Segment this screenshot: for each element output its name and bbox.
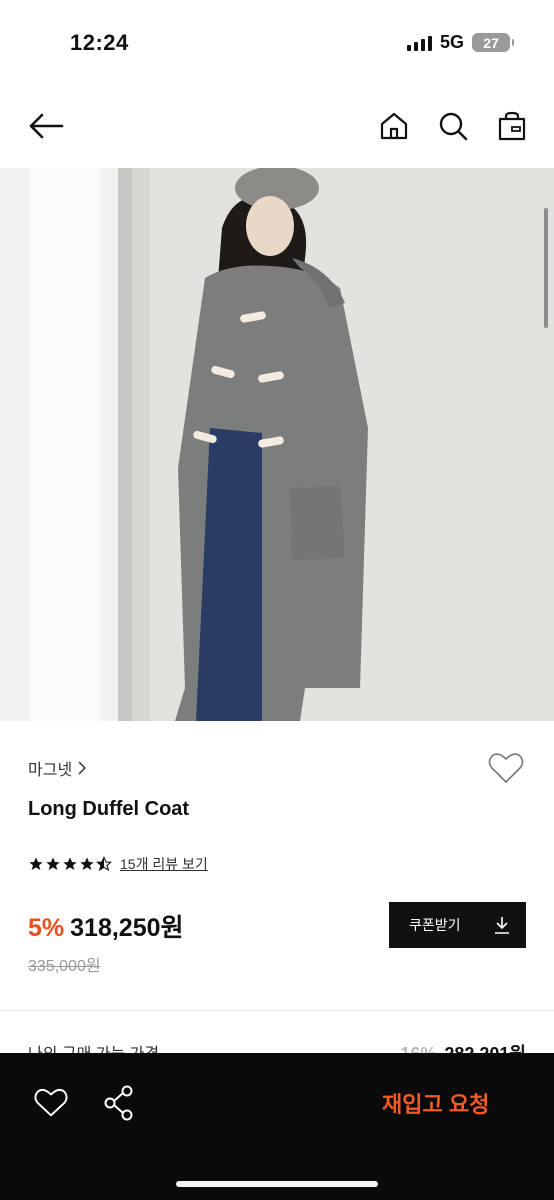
price-row: 5% 318,250원 [28, 908, 184, 944]
star-icon [80, 857, 94, 870]
bottom-action-bar: 재입고 요청 [0, 1053, 554, 1200]
back-button[interactable] [26, 96, 66, 156]
chevron-right-icon [78, 761, 87, 775]
review-link[interactable]: 15개 리뷰 보기 [120, 854, 208, 874]
section-divider [0, 1010, 554, 1011]
rating-row: 15개 리뷰 보기 [28, 854, 208, 874]
bottom-wishlist-button[interactable] [34, 1087, 68, 1121]
download-icon [495, 917, 509, 934]
star-icon [63, 857, 77, 870]
coupon-button-label: 쿠폰받기 [409, 917, 461, 933]
network-type: 5G [439, 32, 464, 52]
product-photo [0, 168, 554, 721]
battery-icon: 27 [472, 33, 514, 52]
signal-icon [406, 35, 432, 51]
discount-rate: 5% [28, 914, 65, 942]
wishlist-button[interactable] [486, 750, 526, 786]
search-icon [439, 112, 468, 141]
coupon-button[interactable]: 쿠폰받기 [389, 902, 526, 948]
sale-price: 318,250원 [70, 914, 184, 942]
home-indicator[interactable] [176, 1181, 378, 1187]
star-rating [28, 856, 112, 872]
search-button[interactable] [433, 96, 473, 156]
heart-outline-icon [488, 753, 524, 783]
star-icon [29, 857, 43, 870]
restock-request-button[interactable]: 재입고 요청 [382, 1087, 489, 1119]
my-price-label: 나의 구매 가능 가격 [28, 1040, 159, 1054]
bag-button[interactable] [492, 96, 532, 156]
status-time: 12:24 [70, 30, 129, 55]
star-half-icon [96, 856, 112, 872]
original-price: 335,000원 [28, 958, 101, 975]
share-button[interactable] [103, 1085, 135, 1121]
my-price-value-group: 16% 282,201원 [400, 1040, 526, 1054]
status-bar: 12:24 5G 27 [0, 0, 554, 84]
shopping-bag-icon [498, 111, 526, 141]
product-title: Long Duffel Coat [28, 798, 190, 820]
share-icon [104, 1085, 133, 1121]
home-button[interactable] [374, 96, 414, 156]
status-indicators: 5G 27 [406, 32, 514, 53]
arrow-left-icon [29, 113, 64, 139]
image-scrollbar[interactable] [544, 208, 548, 328]
star-icon [46, 857, 60, 870]
heart-outline-icon [34, 1088, 68, 1117]
my-price-row[interactable]: 나의 구매 가능 가격 16%282,201원 [28, 1040, 526, 1054]
product-image[interactable] [0, 168, 554, 721]
brand-name: 마그넷 [28, 762, 73, 779]
home-icon [380, 112, 408, 140]
top-navigation [0, 96, 554, 156]
brand-link[interactable]: 마그넷 [28, 756, 87, 780]
